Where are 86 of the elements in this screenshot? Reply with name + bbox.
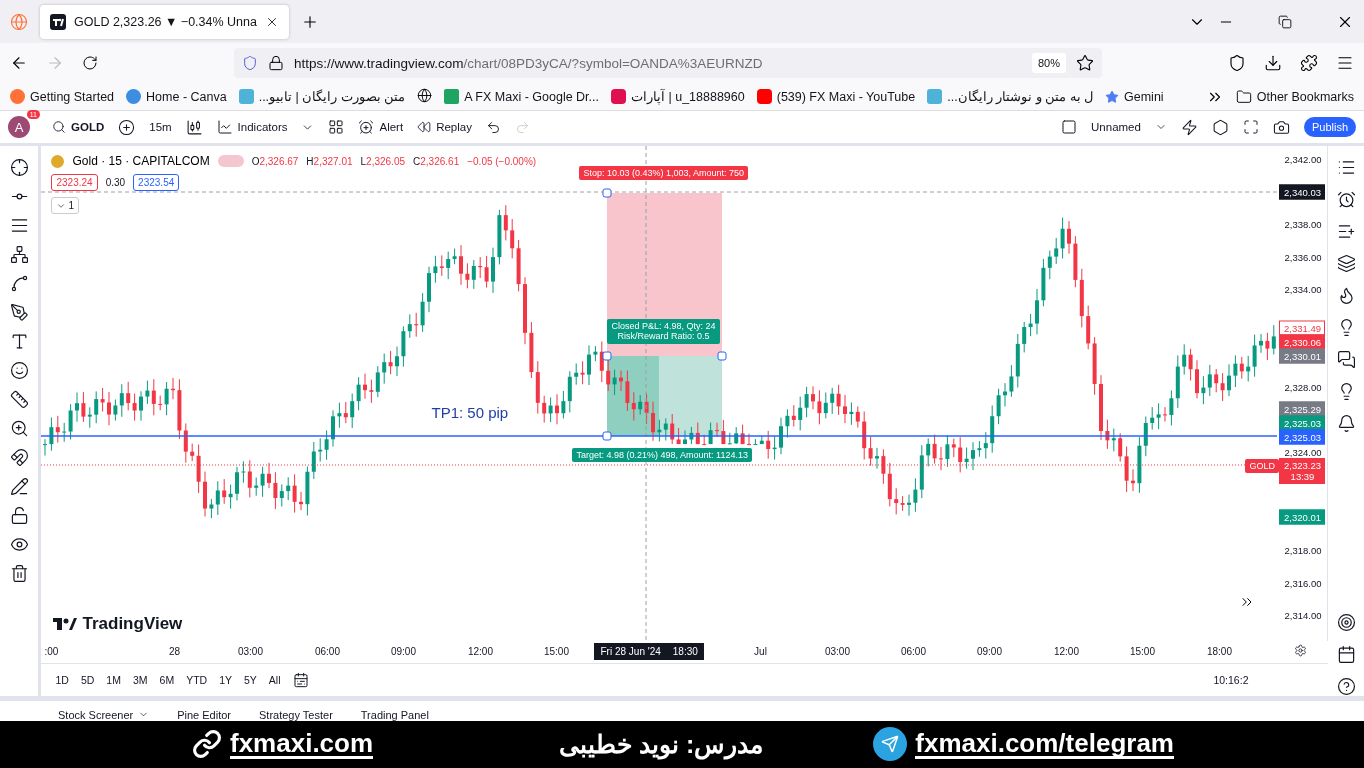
bookmark-link[interactable]: A FX Maxi - Google Dr... <box>444 89 599 105</box>
price-badge: 2,330.01 <box>1279 348 1326 364</box>
site-link[interactable]: fxmaxi.com <box>230 729 374 759</box>
zoom-level[interactable]: 80% <box>1031 53 1066 74</box>
panel-tab[interactable]: Stock Screener <box>58 708 150 721</box>
other-bookmarks[interactable]: Other Bookmarks <box>1235 88 1354 105</box>
range-button[interactable]: 1Y <box>219 674 232 686</box>
bookmark-link[interactable]: ...متن بصورت رایگان | تابیو <box>238 89 406 105</box>
panel-tab[interactable]: Trading Panel <box>360 708 429 721</box>
time-label: 12:00 <box>1053 646 1079 657</box>
price-label: 2,314.00 <box>1284 609 1322 621</box>
ohlc-value: O2,326.67 <box>251 155 299 167</box>
spread-value: 0.30 <box>105 177 126 188</box>
symbol-price-tag: GOLD <box>1245 459 1279 474</box>
crosshair-time: Fri 28 Jun '24 18:30 <box>594 643 704 660</box>
bookmark-link[interactable]: (539) FX Maxi - YouTube <box>756 89 916 105</box>
teacher-name: مدرس: نوید خطیبی <box>559 729 764 759</box>
ohlc-value: H2,327.01 <box>306 155 353 167</box>
address-bar[interactable]: https://www.tradingview.com/chart/08PD3yCA/?symbol=OANDA%3AEURNZD 80% <box>234 48 1102 79</box>
bookmark-link[interactable]: ...ل به متن و نوشتار رایگان <box>927 89 1093 105</box>
crosshair-price: 2,340.03 <box>1279 184 1326 200</box>
price-badge: 2,325.29 <box>1279 401 1326 417</box>
browser-tab[interactable]: GOLD 2,323.26 ▼ −0.34% Unna <box>40 4 289 39</box>
price-label: 2,328.00 <box>1284 381 1322 393</box>
last-price-badge: 2,323.23 13:39 <box>1279 458 1326 484</box>
price-label: 2,334.00 <box>1284 283 1322 295</box>
panel-tab[interactable]: Pine Editor <box>177 708 231 721</box>
panel-tab[interactable]: Strategy Tester <box>259 708 333 721</box>
price-badge: 2,325.03 <box>1279 415 1326 431</box>
time-label: 06:00 <box>900 646 926 657</box>
range-button[interactable]: 5Y <box>244 674 257 686</box>
price-badge: 2,331.49 <box>1279 320 1326 336</box>
price-label: 2,336.00 <box>1284 251 1322 263</box>
buy-price[interactable]: 2323.54 <box>133 174 180 191</box>
bookmark-link[interactable]: Getting Started <box>10 89 115 105</box>
bookmark-link[interactable]: آپارات | u_18888960 <box>611 89 745 105</box>
ohlc-value: L2,326.05 <box>360 155 406 167</box>
time-label: :00 <box>44 646 59 657</box>
clock: 10:16:2 <box>1213 674 1249 686</box>
target-label: Target: 4.98 (0.21%) 498, Amount: 1124.13 <box>572 448 752 463</box>
range-button[interactable]: 6M <box>159 674 175 686</box>
alert-button[interactable]: Alert <box>358 119 404 136</box>
layout-name-button[interactable]: Unnamed <box>1091 121 1141 134</box>
tradingview-logo: TradingView <box>82 614 183 634</box>
range-button[interactable]: All <box>268 674 281 686</box>
time-label: 12:00 <box>467 646 493 657</box>
price-badge: 2,320.01 <box>1279 509 1326 525</box>
stop-label: Stop: 10.03 (0.43%) 1,003, Amount: 750 <box>579 166 749 181</box>
change-value: −0.05 (−0.00%) <box>467 155 537 167</box>
telegram-link[interactable]: fxmaxi.com/telegram <box>915 729 1174 759</box>
time-label: 09:00 <box>976 646 1002 657</box>
pnl-label: Closed P&L: 4.98, Qty: 24 Risk/Reward Ratio: 0.5 <box>607 319 720 344</box>
price-label: 2,342.00 <box>1284 153 1322 165</box>
time-label: 06:00 <box>314 646 340 657</box>
range-button[interactable]: YTD <box>186 674 208 686</box>
price-badge: 2,325.03 <box>1279 429 1326 445</box>
sell-price[interactable]: 2323.24 <box>51 174 98 191</box>
symbol-search[interactable]: GOLD <box>52 120 105 135</box>
time-label: Jul <box>754 646 767 657</box>
collapse-button[interactable]: 1 <box>51 197 80 214</box>
price-badge: 2,330.06 <box>1279 334 1326 350</box>
publish-button[interactable]: Publish <box>1303 117 1356 138</box>
bookmark-link[interactable]: Home - Canva <box>126 89 227 105</box>
range-button[interactable]: 3M <box>132 674 148 686</box>
time-label: 18:00 <box>1206 646 1232 657</box>
symbol-title: Gold · 15 · CAPITALCOM <box>72 154 210 168</box>
time-label: 28 <box>168 646 181 657</box>
indicators-button[interactable]: Indicators <box>216 119 288 136</box>
time-label: 15:00 <box>1129 646 1155 657</box>
price-label: 2,316.00 <box>1284 577 1322 589</box>
bookmark-link[interactable]: Gemini <box>1105 89 1164 104</box>
price-label: 2,324.00 <box>1284 446 1322 458</box>
range-button[interactable]: 1D <box>55 674 69 686</box>
price-label: 2,338.00 <box>1284 218 1322 230</box>
replay-button[interactable]: Replay <box>417 120 472 135</box>
ohlc-value: C2,326.61 <box>413 155 460 167</box>
time-label: 09:00 <box>390 646 416 657</box>
chart-annotation[interactable]: TP1: 50 pip <box>431 404 509 421</box>
time-label: 03:00 <box>824 646 850 657</box>
range-button[interactable]: 5D <box>80 674 95 686</box>
interval-button[interactable]: 15m <box>149 121 172 134</box>
range-button[interactable]: 1M <box>106 674 121 686</box>
user-avatar[interactable]: A <box>8 116 30 139</box>
time-label: 03:00 <box>237 646 263 657</box>
price-label: 2,318.00 <box>1284 544 1322 556</box>
time-label: 15:00 <box>543 646 569 657</box>
